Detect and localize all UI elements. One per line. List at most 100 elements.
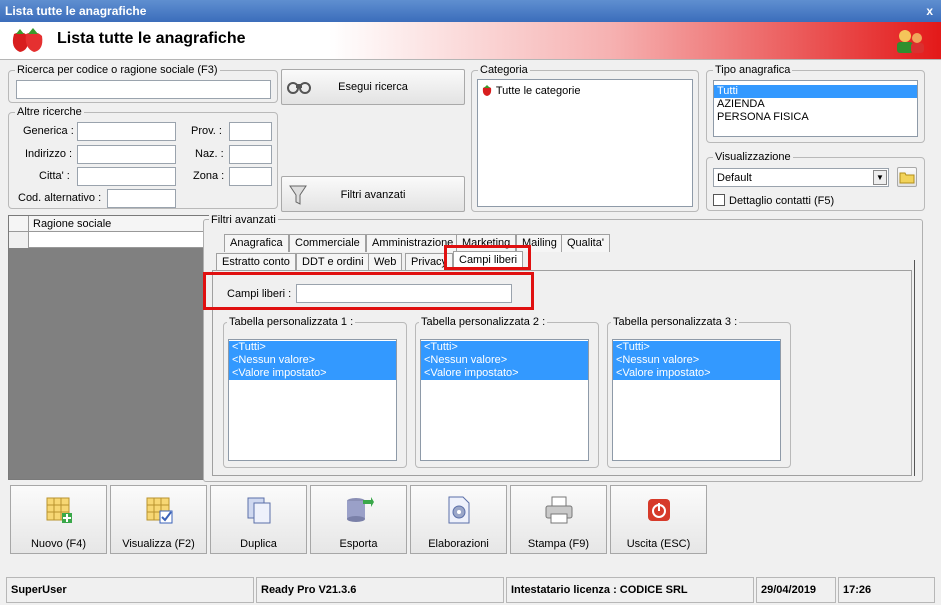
advanced-filters-legend: Filtri avanzati bbox=[209, 214, 278, 226]
other-search-group: Altre ricerche Generica : Prov. : Indiri… bbox=[8, 106, 278, 209]
users-icon bbox=[897, 30, 924, 53]
list-item[interactable]: <Tutti> bbox=[421, 341, 588, 354]
advanced-filters-panel: Filtri avanzati Anagrafica Commerciale A… bbox=[203, 214, 923, 482]
search-input[interactable] bbox=[16, 80, 271, 99]
power-icon bbox=[648, 499, 670, 521]
type-item-persona[interactable]: PERSONA FISICA bbox=[714, 111, 917, 124]
table-row[interactable] bbox=[9, 232, 221, 248]
printer-icon bbox=[545, 496, 573, 524]
status-date: 29/04/2019 bbox=[756, 577, 836, 603]
prov-input[interactable] bbox=[229, 122, 272, 141]
list-item[interactable]: <Nessun valore> bbox=[229, 354, 396, 367]
advanced-filters-button[interactable]: Filtri avanzati bbox=[281, 176, 465, 212]
list-item[interactable]: <Nessun valore> bbox=[421, 354, 588, 367]
duplicate-button-label: Duplica bbox=[240, 538, 277, 550]
naz-input[interactable] bbox=[229, 145, 272, 164]
view-select[interactable]: Default ▼ bbox=[713, 168, 889, 187]
folder-button[interactable] bbox=[897, 167, 917, 187]
type-legend: Tipo anagrafica bbox=[713, 64, 793, 76]
tab-estratto-conto[interactable]: Estratto conto bbox=[216, 253, 296, 271]
processing-icon bbox=[448, 496, 470, 524]
view-select-value: Default bbox=[717, 172, 752, 184]
view-button[interactable]: Visualizza (F2) bbox=[110, 485, 207, 554]
cod-alternativo-input[interactable] bbox=[107, 189, 176, 208]
grid-header: Ragione sociale bbox=[9, 216, 221, 232]
custom-table-2-list[interactable]: <Tutti> <Nessun valore> <Valore impostat… bbox=[420, 339, 589, 461]
category-legend: Categoria bbox=[478, 64, 530, 76]
results-grid[interactable]: Ragione sociale bbox=[8, 215, 221, 480]
exit-button-label: Uscita (ESC) bbox=[626, 538, 691, 550]
search-button[interactable]: Esegui ricerca bbox=[281, 69, 465, 105]
custom-table-3: Tabella personalizzata 3 : <Tutti> <Ness… bbox=[607, 316, 791, 468]
custom-table-3-list[interactable]: <Tutti> <Nessun valore> <Valore impostat… bbox=[612, 339, 781, 461]
status-license: Intestatario licenza : CODICE SRL bbox=[506, 577, 754, 603]
grid-column-ragione-sociale[interactable]: Ragione sociale bbox=[33, 218, 111, 230]
new-record-icon bbox=[46, 497, 72, 523]
page-header: Lista tutte le anagrafiche bbox=[0, 22, 941, 60]
grid-corner bbox=[9, 216, 29, 232]
duplicate-button[interactable]: Duplica bbox=[210, 485, 307, 554]
custom-table-2: Tabella personalizzata 2 : <Tutti> <Ness… bbox=[415, 316, 599, 468]
view-legend: Visualizzazione bbox=[713, 151, 793, 163]
list-item[interactable]: <Nessun valore> bbox=[613, 354, 780, 367]
tab-qualita[interactable]: Qualita' bbox=[561, 234, 610, 252]
processing-button-label: Elaborazioni bbox=[428, 538, 489, 550]
custom-table-1-list[interactable]: <Tutti> <Nessun valore> <Valore impostat… bbox=[228, 339, 397, 461]
print-button[interactable]: Stampa (F9) bbox=[510, 485, 607, 554]
cod-alternativo-label: Cod. alternativo : bbox=[18, 192, 102, 204]
advanced-filters-label: Filtri avanzati bbox=[340, 189, 406, 201]
tab-commerciale[interactable]: Commerciale bbox=[289, 234, 366, 252]
citta-label: Citta' : bbox=[39, 170, 70, 182]
status-version: Ready Pro V21.3.6 bbox=[256, 577, 504, 603]
indirizzo-label: Indirizzo : bbox=[25, 148, 73, 160]
list-item[interactable]: <Tutti> bbox=[229, 341, 396, 354]
citta-input[interactable] bbox=[77, 167, 176, 186]
custom-table-2-legend: Tabella personalizzata 2 : bbox=[419, 316, 548, 328]
indirizzo-input[interactable] bbox=[77, 145, 176, 164]
view-record-icon bbox=[146, 497, 173, 524]
category-tree[interactable]: Tutte le categorie bbox=[477, 79, 693, 207]
view-button-label: Visualizza (F2) bbox=[122, 538, 195, 550]
strawberry-icon bbox=[12, 28, 43, 52]
row-indicator bbox=[9, 232, 29, 248]
new-button[interactable]: Nuovo (F4) bbox=[10, 485, 107, 554]
category-item[interactable]: Tutte le categorie bbox=[481, 84, 580, 97]
status-user: SuperUser bbox=[6, 577, 254, 603]
strawberry-icon bbox=[482, 85, 492, 96]
search-group: Ricerca per codice o ragione sociale (F3… bbox=[8, 64, 278, 103]
zona-input[interactable] bbox=[229, 167, 272, 186]
custom-table-3-legend: Tabella personalizzata 3 : bbox=[611, 316, 740, 328]
new-button-label: Nuovo (F4) bbox=[30, 538, 87, 550]
exit-button[interactable]: Uscita (ESC) bbox=[610, 485, 707, 554]
page-edge bbox=[913, 260, 915, 476]
processing-button[interactable]: Elaborazioni bbox=[410, 485, 507, 554]
tab-anagrafica[interactable]: Anagrafica bbox=[224, 234, 289, 252]
chevron-down-icon[interactable]: ▼ bbox=[873, 170, 887, 185]
print-button-label: Stampa (F9) bbox=[527, 538, 590, 550]
custom-table-1: Tabella personalizzata 1 : <Tutti> <Ness… bbox=[223, 316, 407, 468]
type-item-azienda[interactable]: AZIENDA bbox=[714, 98, 917, 111]
window-title: Lista tutte le anagrafiche bbox=[5, 4, 147, 18]
generica-input[interactable] bbox=[77, 122, 176, 141]
prov-label: Prov. : bbox=[191, 125, 222, 137]
tab-web[interactable]: Web bbox=[368, 253, 403, 271]
contacts-detail-checkbox[interactable] bbox=[713, 194, 725, 206]
category-group: Categoria Tutte le categorie bbox=[471, 64, 699, 212]
page-title: Lista tutte le anagrafiche bbox=[57, 30, 246, 47]
tab-ddt-ordini[interactable]: DDT e ordini bbox=[296, 253, 370, 271]
contacts-detail-label: Dettaglio contatti (F5) bbox=[729, 195, 835, 207]
type-list[interactable]: Tutti AZIENDA PERSONA FISICA bbox=[713, 80, 918, 137]
duplicate-icon bbox=[247, 497, 271, 524]
list-item[interactable]: <Valore impostato> bbox=[421, 367, 588, 380]
folder-icon bbox=[899, 172, 915, 184]
list-item[interactable]: <Valore impostato> bbox=[613, 367, 780, 380]
type-item-tutti[interactable]: Tutti bbox=[714, 85, 917, 98]
close-icon[interactable]: x bbox=[926, 0, 933, 22]
search-legend: Ricerca per codice o ragione sociale (F3… bbox=[15, 64, 220, 76]
view-group: Visualizzazione Default ▼ Dettaglio cont… bbox=[706, 151, 925, 211]
type-group: Tipo anagrafica Tutti AZIENDA PERSONA FI… bbox=[706, 64, 925, 143]
list-item[interactable]: <Tutti> bbox=[613, 341, 780, 354]
export-button[interactable]: Esporta bbox=[310, 485, 407, 554]
highlight-field bbox=[203, 272, 534, 310]
list-item[interactable]: <Valore impostato> bbox=[229, 367, 396, 380]
